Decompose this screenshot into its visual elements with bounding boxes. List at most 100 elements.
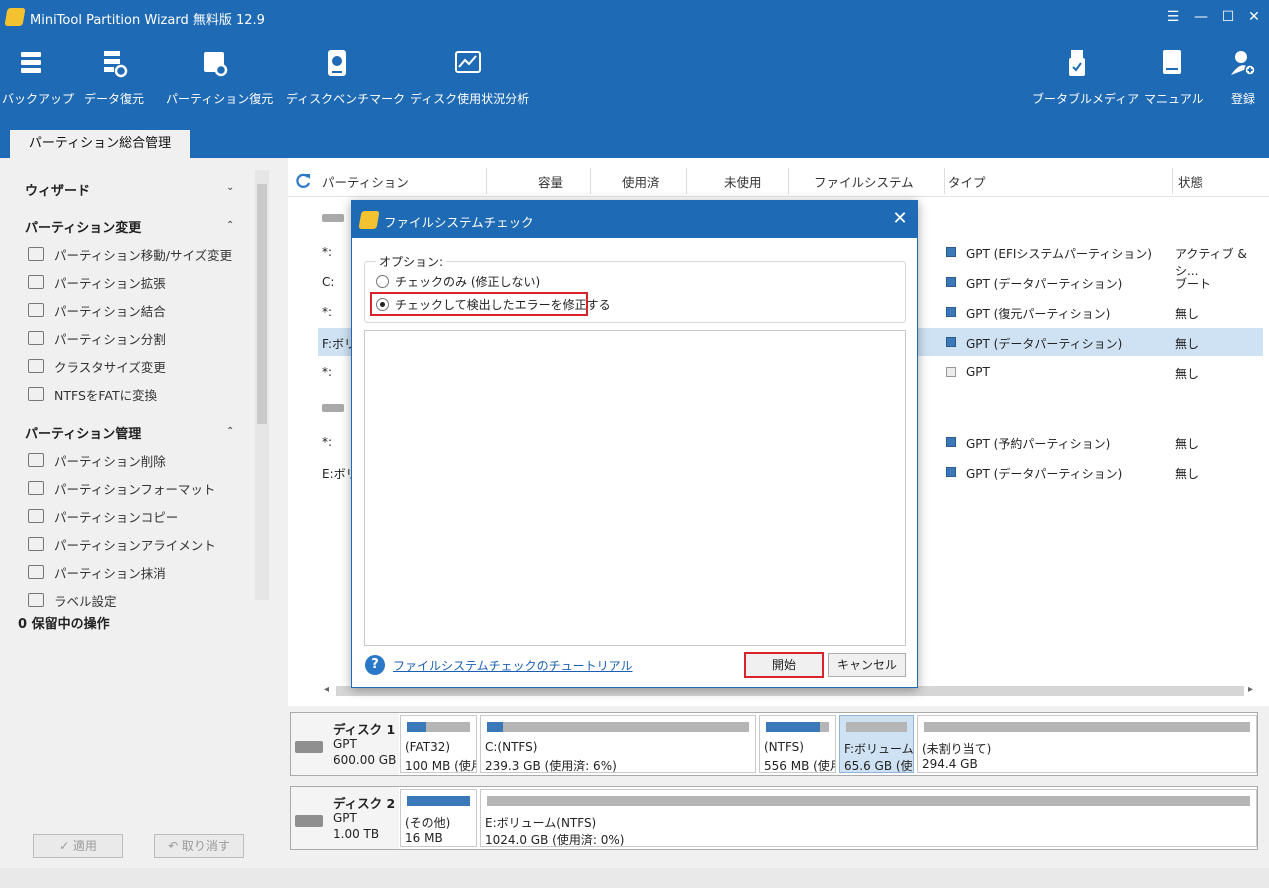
split-icon <box>28 331 44 345</box>
sidebar-item-copy[interactable]: パーティションコピー <box>28 505 178 527</box>
disk-name: ディスク 1 <box>333 722 396 737</box>
column-divider <box>590 168 591 194</box>
column-divider <box>486 168 487 194</box>
partition-type-icon <box>946 437 956 447</box>
sidebar-item-format[interactable]: パーティションフォーマット <box>28 477 215 499</box>
column-header-unused[interactable]: 未使用 <box>724 172 762 191</box>
partition-recovery-button[interactable]: パーティション復元 <box>166 48 273 128</box>
column-header-status[interactable]: 状態 <box>1178 172 1203 191</box>
manual-button[interactable]: マニュアル <box>1144 48 1204 128</box>
sidebar-item-merge[interactable]: パーティション結合 <box>28 299 166 321</box>
check-only-radio[interactable]: チェックのみ (修正しない) <box>376 271 540 291</box>
disk-segment[interactable]: C:(NTFS) 239.3 GB (使用済: 6%) <box>480 715 756 773</box>
segment-label: F:ボリューム(I <box>844 742 914 756</box>
sidebar-item-move-resize[interactable]: パーティション移動/サイズ変更 <box>28 243 232 265</box>
row-type: GPT (データパーティション) <box>966 467 1123 481</box>
sidebar-item-align[interactable]: パーティションアライメント <box>28 533 216 555</box>
data-recovery-icon <box>104 51 128 78</box>
disk-segment[interactable]: (FAT32) 100 MB (使月 <box>400 715 477 773</box>
space-analyzer-button[interactable]: ディスク使用状況分析 <box>410 48 529 128</box>
row-partition: C: <box>322 275 335 289</box>
column-divider <box>944 168 945 194</box>
disk-1[interactable]: ディスク 1 GPT 600.00 GB (FAT32) 100 MB (使月 … <box>290 712 1258 776</box>
segment-size: 100 MB (使月 <box>405 759 477 773</box>
disk-segment[interactable]: E:ボリューム(NTFS) 1024.0 GB (使用済: 0%) <box>480 789 1257 847</box>
refresh-icon[interactable] <box>294 172 312 190</box>
sidebar-item-ntfs-to-fat[interactable]: NTFSをFATに変換 <box>28 383 157 405</box>
segment-size: 65.6 GB (使 <box>844 759 913 773</box>
label-icon <box>28 593 44 607</box>
help-icon[interactable]: ? <box>365 655 385 675</box>
segment-size: 16 MB <box>405 831 443 845</box>
tab-partition-management[interactable]: パーティション総合管理 <box>10 130 190 158</box>
row-status: 無し <box>1175 337 1200 351</box>
extend-icon <box>28 275 44 289</box>
scroll-left-icon[interactable]: ◂ <box>324 684 329 695</box>
column-header-used[interactable]: 使用済 <box>622 172 660 191</box>
column-header-type[interactable]: タイプ <box>948 172 986 191</box>
hard-disk-icon <box>295 815 323 827</box>
sidebar-item-label[interactable]: ラベル設定 <box>28 589 117 611</box>
menu-icon[interactable]: ☰ <box>1162 6 1184 28</box>
row-partition: *: <box>322 365 333 379</box>
apply-button[interactable]: ✓ 適用 <box>33 834 123 858</box>
sidebar-item-split[interactable]: パーティション分割 <box>28 327 166 349</box>
sidebar-scroll-thumb[interactable] <box>257 184 267 424</box>
minimize-button[interactable]: — <box>1190 6 1212 28</box>
row-type: GPT (EFIシステムパーティション) <box>966 247 1152 261</box>
app-title: MiniTool Partition Wizard 無料版 12.9 <box>30 13 265 28</box>
header-divider <box>288 196 1269 197</box>
dialog-title: ファイルシステムチェック <box>384 215 534 230</box>
sidebar-section-manage[interactable]: パーティション管理 <box>25 423 141 442</box>
chevron-up-icon[interactable]: ⌃ <box>226 220 234 231</box>
undo-button[interactable]: ↶ 取り消す <box>154 834 244 858</box>
radio-label: チェックのみ (修正しない) <box>395 274 541 289</box>
app-logo-icon <box>358 211 380 229</box>
register-icon <box>1231 51 1256 76</box>
sidebar-section-wizard[interactable]: ウィザード <box>25 180 90 199</box>
backup-button[interactable]: バックアップ <box>2 48 74 128</box>
disk-segment[interactable]: (未割り当て) 294.4 GB <box>917 715 1257 773</box>
scroll-right-icon[interactable]: ▸ <box>1248 684 1253 695</box>
register-button[interactable]: 登録 <box>1222 48 1264 128</box>
sidebar-item-wipe[interactable]: パーティション抹消 <box>28 561 166 583</box>
chevron-up-icon[interactable]: ⌃ <box>226 426 234 437</box>
sidebar-item-cluster-size[interactable]: クラスタサイズ変更 <box>28 355 166 377</box>
close-window-button[interactable]: ✕ <box>1243 6 1265 28</box>
column-header-filesystem[interactable]: ファイルシステム <box>814 172 914 191</box>
disk-segment[interactable]: (NTFS) 556 MB (使月 <box>759 715 836 773</box>
row-status: ブート <box>1175 277 1212 291</box>
disk-segment-selected[interactable]: F:ボリューム(I 65.6 GB (使 <box>839 715 914 773</box>
bootable-media-button[interactable]: ブータブルメディア <box>1032 48 1139 128</box>
usage-track <box>487 722 749 732</box>
data-recovery-button[interactable]: データ復元 <box>82 48 146 128</box>
radio-button[interactable] <box>376 274 389 288</box>
disk-benchmark-button[interactable]: ディスクベンチマーク <box>286 48 405 128</box>
column-divider <box>686 168 687 194</box>
partition-type-icon <box>946 467 956 477</box>
maximize-button[interactable]: ☐ <box>1217 6 1239 28</box>
cancel-button[interactable]: キャンセル <box>828 653 906 677</box>
chevron-down-icon[interactable]: ⌄ <box>226 182 234 193</box>
trash-icon <box>28 453 44 467</box>
column-header-partition[interactable]: パーティション <box>322 172 409 191</box>
row-status: 無し <box>1175 467 1200 481</box>
disk-icon <box>322 404 344 412</box>
row-type: GPT (データパーティション) <box>966 277 1123 291</box>
disk-segment[interactable]: (その他) 16 MB <box>400 789 477 847</box>
tutorial-link[interactable]: ファイルシステムチェックのチュートリアル <box>393 657 633 674</box>
hard-disk-icon <box>295 741 323 753</box>
disk-2[interactable]: ディスク 2 GPT 1.00 TB (その他) 16 MB E:ボリューム(N… <box>290 786 1258 850</box>
close-icon[interactable]: ✕ <box>888 207 912 231</box>
usage-fill <box>487 722 503 732</box>
column-header-capacity[interactable]: 容量 <box>538 172 563 191</box>
eraser-icon <box>28 565 44 579</box>
status-bar <box>0 868 1269 888</box>
convert-icon <box>28 387 44 401</box>
sidebar-section-change[interactable]: パーティション変更 <box>25 217 141 236</box>
usage-fill <box>407 796 470 806</box>
segment-size: 294.4 GB <box>922 757 978 771</box>
sidebar-item-delete[interactable]: パーティション削除 <box>28 449 166 471</box>
sidebar-item-extend[interactable]: パーティション拡張 <box>28 271 166 293</box>
space-analyzer-icon <box>455 51 481 73</box>
